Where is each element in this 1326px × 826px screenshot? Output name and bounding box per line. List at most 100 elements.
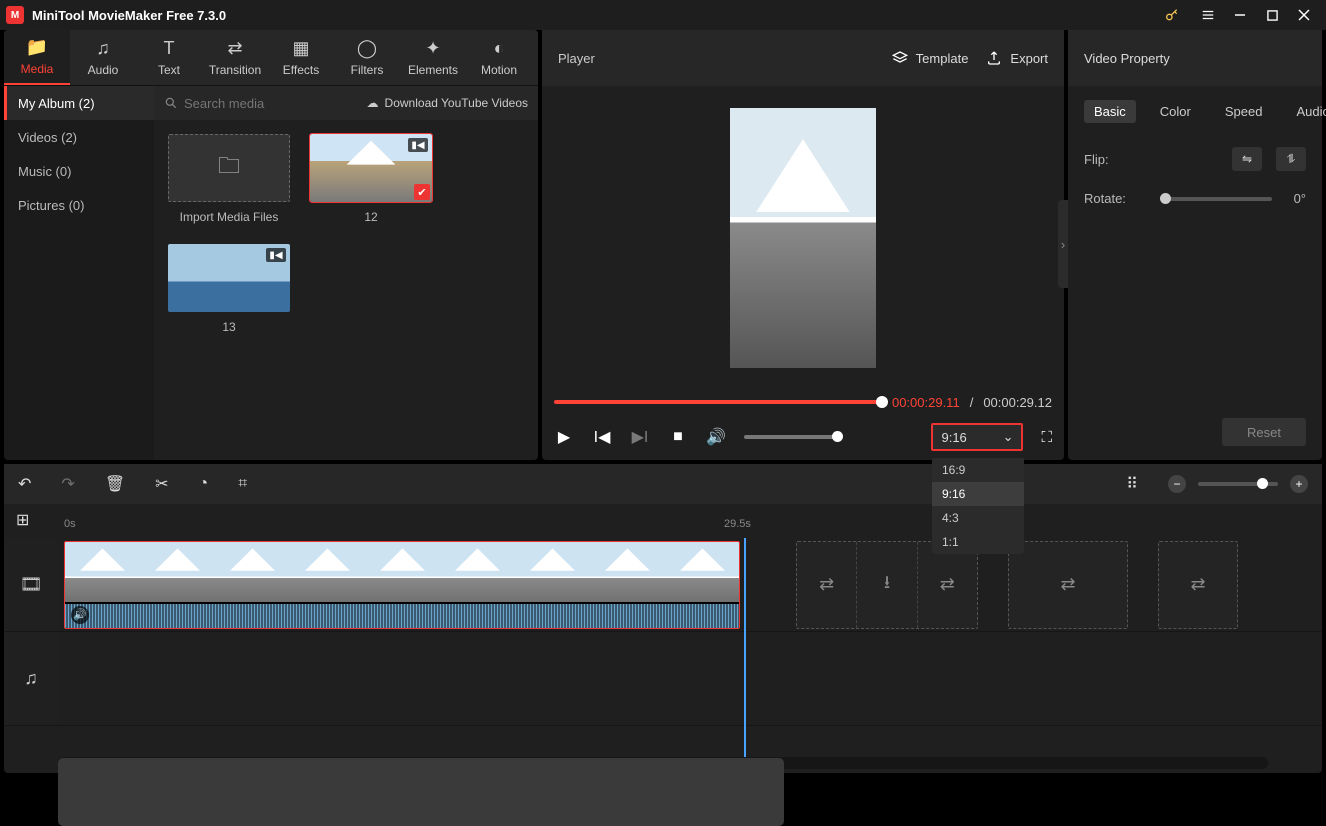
video-clip[interactable]: 🔊 — [64, 541, 740, 629]
template-button[interactable]: Template — [892, 50, 969, 66]
aspect-ratio-dropdown[interactable]: 9:16 ⌄ — [931, 423, 1023, 451]
sidebar-item-videos[interactable]: Videos (2) — [4, 120, 154, 154]
zoom-handle[interactable] — [1257, 478, 1268, 489]
hamburger-menu-icon[interactable] — [1192, 1, 1224, 29]
flip-vertical-button[interactable]: ⥮ — [1276, 147, 1306, 171]
player-title: Player — [558, 51, 595, 66]
template-label: Template — [916, 51, 969, 66]
audio-waveform — [65, 602, 739, 628]
seek-handle[interactable] — [876, 396, 888, 408]
close-button[interactable] — [1288, 1, 1320, 29]
chevron-down-icon: ⌄ — [1003, 429, 1014, 445]
volume-icon[interactable]: 🔊 — [706, 427, 726, 447]
swap-icon: ⇄ — [1159, 542, 1237, 628]
reset-button[interactable]: Reset — [1222, 418, 1306, 446]
crop-button[interactable]: ⌗ — [238, 475, 247, 493]
prop-tab-audio[interactable]: Audio — [1286, 100, 1326, 123]
tab-transition[interactable]: ⇄Transition — [202, 30, 268, 85]
preview-canvas[interactable] — [730, 108, 876, 368]
video-track: 🎞 🔊 ⇄ ⭳ ⇄ ⇄ ⇄ — [4, 538, 1322, 632]
app-logo: M — [6, 6, 24, 24]
tab-media[interactable]: 📁Media — [4, 30, 70, 85]
drop-icon: ⭳ — [856, 542, 917, 628]
ratio-option-4-3[interactable]: 4:3 — [932, 506, 1024, 530]
delete-button[interactable]: 🗑 — [105, 474, 125, 494]
tab-elements[interactable]: ✦Elements — [400, 30, 466, 85]
rotate-slider[interactable] — [1160, 197, 1272, 201]
video-badge-icon: ▮◀ — [408, 138, 428, 152]
ruler-mark: 29.5s — [724, 518, 751, 530]
tab-motion[interactable]: ◐Motion — [466, 30, 532, 85]
ratio-option-1-1[interactable]: 1:1 — [932, 530, 1024, 554]
sidebar-item-myalbum[interactable]: My Album (2) — [4, 86, 154, 120]
tab-effects[interactable]: ▦Effects — [268, 30, 334, 85]
flip-label: Flip: — [1084, 152, 1138, 167]
rotate-handle[interactable] — [1160, 193, 1171, 204]
video-badge-icon: ▮◀ — [266, 248, 286, 262]
transition-slot[interactable]: ⇄ — [1158, 541, 1238, 629]
filters-icon: ◯ — [357, 38, 377, 59]
folder-icon: 📁 — [26, 37, 48, 58]
volume-handle[interactable] — [832, 431, 843, 442]
add-track-button[interactable]: ⊞ — [16, 510, 29, 530]
media-thumb-13[interactable]: ▮◀ — [168, 244, 290, 312]
playhead[interactable] — [744, 538, 746, 757]
download-youtube-link[interactable]: ☁ Download YouTube Videos — [367, 96, 528, 110]
ratio-option-16-9[interactable]: 16:9 — [932, 458, 1024, 482]
tab-label: Audio — [88, 63, 119, 77]
video-track-icon[interactable]: 🎞 — [4, 538, 58, 631]
zoom-out-button[interactable]: − — [1168, 475, 1186, 493]
import-media-button[interactable]: 🗀 — [168, 134, 290, 202]
seek-slider[interactable] — [554, 400, 882, 404]
next-frame-button[interactable]: ▶I — [630, 427, 650, 447]
media-thumb-12[interactable]: ▮◀ ✔ — [310, 134, 432, 202]
timeline-scrollbar[interactable] — [58, 757, 1268, 769]
volume-slider[interactable] — [744, 435, 838, 439]
audio-track-body[interactable] — [58, 632, 1322, 725]
stop-button[interactable]: ■ — [668, 428, 688, 446]
sidebar-item-pictures[interactable]: Pictures (0) — [4, 188, 154, 222]
panel-expand-handle[interactable]: › — [1058, 200, 1068, 288]
clip-speaker-icon[interactable]: 🔊 — [71, 606, 89, 624]
search-input[interactable] — [184, 96, 361, 111]
fullscreen-button[interactable]: ⛶ — [1041, 429, 1052, 446]
properties-title: Video Property — [1068, 30, 1322, 86]
timeline-ruler[interactable]: ⊞ 0s 29.5s — [4, 504, 1322, 538]
tab-audio[interactable]: ♫Audio — [70, 30, 136, 85]
thumb-label: 13 — [222, 320, 235, 334]
transition-slot[interactable]: ⇄ — [1008, 541, 1128, 629]
folder-icon: 🗀 — [218, 149, 240, 187]
preview-area — [542, 86, 1064, 390]
ratio-value: 9:16 — [941, 430, 966, 445]
selected-check-icon: ✔ — [414, 184, 430, 200]
fit-button[interactable]: ⠿ — [1126, 474, 1138, 494]
ruler-start: 0s — [64, 518, 76, 530]
undo-button[interactable]: ↶ — [18, 474, 31, 494]
minimize-button[interactable] — [1224, 1, 1256, 29]
redo-button[interactable]: ↷ — [61, 474, 74, 494]
zoom-slider[interactable] — [1198, 482, 1278, 486]
tab-filters[interactable]: ◯Filters — [334, 30, 400, 85]
speed-button[interactable]: ◔ — [199, 475, 209, 493]
prop-tab-speed[interactable]: Speed — [1215, 100, 1273, 123]
tab-label: Effects — [283, 63, 319, 77]
license-key-icon[interactable] — [1156, 1, 1188, 29]
swap-icon: ⇄ — [918, 542, 977, 628]
time-total: 00:00:29.12 — [983, 395, 1052, 410]
export-button[interactable]: Export — [986, 50, 1048, 66]
media-panel: 📁Media ♫Audio TText ⇄Transition ▦Effects… — [4, 30, 538, 460]
time-current: 00:00:29.11 — [892, 395, 960, 410]
maximize-button[interactable] — [1256, 1, 1288, 29]
zoom-in-button[interactable]: + — [1290, 475, 1308, 493]
tab-text[interactable]: TText — [136, 30, 202, 85]
audio-track-icon[interactable]: ♫ — [4, 632, 58, 725]
ratio-option-9-16[interactable]: 9:16 — [932, 482, 1024, 506]
sidebar-item-music[interactable]: Music (0) — [4, 154, 154, 188]
scrollbar-thumb[interactable] — [58, 758, 784, 826]
split-button[interactable]: ✂ — [155, 474, 168, 494]
flip-horizontal-button[interactable]: ⇋ — [1232, 147, 1262, 171]
play-button[interactable]: ▶ — [554, 427, 574, 447]
prop-tab-basic[interactable]: Basic — [1084, 100, 1136, 123]
prop-tab-color[interactable]: Color — [1150, 100, 1201, 123]
prev-frame-button[interactable]: I◀ — [592, 427, 612, 447]
